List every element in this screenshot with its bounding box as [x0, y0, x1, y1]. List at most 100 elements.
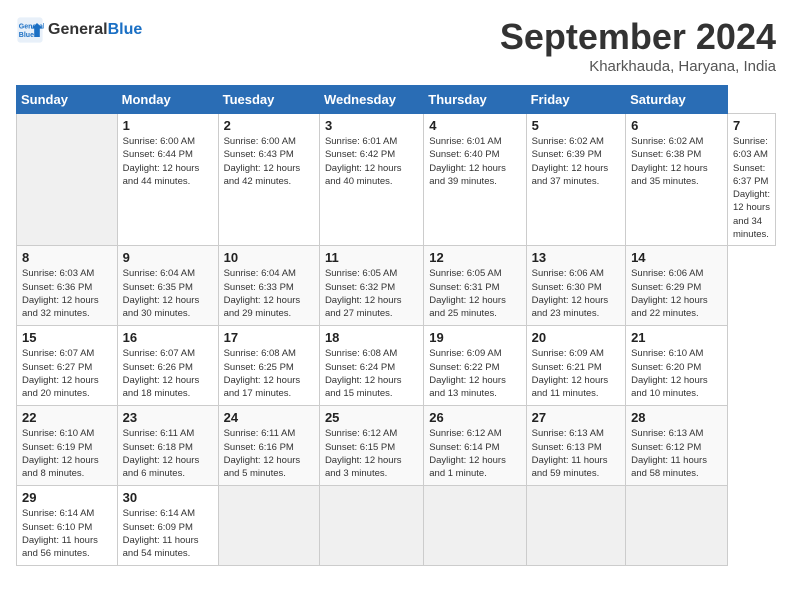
- day-number: 22: [22, 410, 112, 425]
- day-number: 27: [532, 410, 620, 425]
- location: Kharkhauda, Haryana, India: [500, 58, 776, 75]
- month-title: September 2024: [500, 16, 776, 58]
- col-monday: Monday: [117, 86, 218, 114]
- col-friday: Friday: [526, 86, 625, 114]
- day-info: Sunrise: 6:11 AM Sunset: 6:18 PM Dayligh…: [123, 427, 213, 480]
- table-row: 7 Sunrise: 6:03 AM Sunset: 6:37 PM Dayli…: [728, 114, 776, 246]
- day-number: 14: [631, 250, 722, 265]
- day-info: Sunrise: 6:00 AM Sunset: 6:43 PM Dayligh…: [224, 135, 314, 188]
- day-number: 5: [532, 118, 620, 133]
- table-row: 24 Sunrise: 6:11 AM Sunset: 6:16 PM Dayl…: [218, 406, 319, 486]
- day-number: 19: [429, 330, 520, 345]
- table-row: 17 Sunrise: 6:08 AM Sunset: 6:25 PM Dayl…: [218, 326, 319, 406]
- day-number: 17: [224, 330, 314, 345]
- day-number: 18: [325, 330, 418, 345]
- day-number: 20: [532, 330, 620, 345]
- table-row: 22 Sunrise: 6:10 AM Sunset: 6:19 PM Dayl…: [17, 406, 118, 486]
- day-info: Sunrise: 6:08 AM Sunset: 6:25 PM Dayligh…: [224, 347, 314, 400]
- table-row: 21 Sunrise: 6:10 AM Sunset: 6:20 PM Dayl…: [626, 326, 728, 406]
- table-row: [526, 486, 625, 566]
- day-number: 1: [123, 118, 213, 133]
- table-row: 25 Sunrise: 6:12 AM Sunset: 6:15 PM Dayl…: [319, 406, 423, 486]
- title-area: September 2024 Kharkhauda, Haryana, Indi…: [500, 16, 776, 75]
- day-number: 12: [429, 250, 520, 265]
- table-row: 16 Sunrise: 6:07 AM Sunset: 6:26 PM Dayl…: [117, 326, 218, 406]
- day-number: 21: [631, 330, 722, 345]
- logo: General Blue GeneralBlue: [16, 16, 142, 44]
- day-info: Sunrise: 6:11 AM Sunset: 6:16 PM Dayligh…: [224, 427, 314, 480]
- table-row: 15 Sunrise: 6:07 AM Sunset: 6:27 PM Dayl…: [17, 326, 118, 406]
- day-info: Sunrise: 6:04 AM Sunset: 6:35 PM Dayligh…: [123, 267, 213, 320]
- table-row: 8 Sunrise: 6:03 AM Sunset: 6:36 PM Dayli…: [17, 246, 118, 326]
- table-row: 5 Sunrise: 6:02 AM Sunset: 6:39 PM Dayli…: [526, 114, 625, 246]
- table-row: 27 Sunrise: 6:13 AM Sunset: 6:13 PM Dayl…: [526, 406, 625, 486]
- calendar-header-row: Sunday Monday Tuesday Wednesday Thursday…: [17, 86, 776, 114]
- day-info: Sunrise: 6:03 AM Sunset: 6:37 PM Dayligh…: [733, 135, 770, 241]
- day-info: Sunrise: 6:09 AM Sunset: 6:22 PM Dayligh…: [429, 347, 520, 400]
- table-row: 3 Sunrise: 6:01 AM Sunset: 6:42 PM Dayli…: [319, 114, 423, 246]
- table-row: [319, 486, 423, 566]
- page-header: General Blue GeneralBlue September 2024 …: [16, 16, 776, 75]
- day-info: Sunrise: 6:07 AM Sunset: 6:27 PM Dayligh…: [22, 347, 112, 400]
- day-number: 23: [123, 410, 213, 425]
- day-info: Sunrise: 6:01 AM Sunset: 6:40 PM Dayligh…: [429, 135, 520, 188]
- table-row: 26 Sunrise: 6:12 AM Sunset: 6:14 PM Dayl…: [424, 406, 526, 486]
- table-row: 4 Sunrise: 6:01 AM Sunset: 6:40 PM Dayli…: [424, 114, 526, 246]
- table-row: 13 Sunrise: 6:06 AM Sunset: 6:30 PM Dayl…: [526, 246, 625, 326]
- day-info: Sunrise: 6:04 AM Sunset: 6:33 PM Dayligh…: [224, 267, 314, 320]
- day-number: 16: [123, 330, 213, 345]
- logo-icon: General Blue: [16, 16, 44, 44]
- logo-text: GeneralBlue: [48, 21, 142, 39]
- table-row: 2 Sunrise: 6:00 AM Sunset: 6:43 PM Dayli…: [218, 114, 319, 246]
- day-info: Sunrise: 6:08 AM Sunset: 6:24 PM Dayligh…: [325, 347, 418, 400]
- table-row: 6 Sunrise: 6:02 AM Sunset: 6:38 PM Dayli…: [626, 114, 728, 246]
- table-row: [17, 114, 118, 246]
- day-info: Sunrise: 6:13 AM Sunset: 6:13 PM Dayligh…: [532, 427, 620, 480]
- calendar-week-row: 29 Sunrise: 6:14 AM Sunset: 6:10 PM Dayl…: [17, 486, 776, 566]
- day-info: Sunrise: 6:01 AM Sunset: 6:42 PM Dayligh…: [325, 135, 418, 188]
- table-row: 14 Sunrise: 6:06 AM Sunset: 6:29 PM Dayl…: [626, 246, 728, 326]
- col-thursday: Thursday: [424, 86, 526, 114]
- day-number: 29: [22, 490, 112, 505]
- day-number: 11: [325, 250, 418, 265]
- col-tuesday: Tuesday: [218, 86, 319, 114]
- table-row: 1 Sunrise: 6:00 AM Sunset: 6:44 PM Dayli…: [117, 114, 218, 246]
- day-info: Sunrise: 6:06 AM Sunset: 6:29 PM Dayligh…: [631, 267, 722, 320]
- table-row: 29 Sunrise: 6:14 AM Sunset: 6:10 PM Dayl…: [17, 486, 118, 566]
- day-info: Sunrise: 6:10 AM Sunset: 6:19 PM Dayligh…: [22, 427, 112, 480]
- table-row: [218, 486, 319, 566]
- table-row: 18 Sunrise: 6:08 AM Sunset: 6:24 PM Dayl…: [319, 326, 423, 406]
- day-info: Sunrise: 6:12 AM Sunset: 6:14 PM Dayligh…: [429, 427, 520, 480]
- table-row: [626, 486, 728, 566]
- table-row: 12 Sunrise: 6:05 AM Sunset: 6:31 PM Dayl…: [424, 246, 526, 326]
- table-row: 10 Sunrise: 6:04 AM Sunset: 6:33 PM Dayl…: [218, 246, 319, 326]
- day-info: Sunrise: 6:02 AM Sunset: 6:38 PM Dayligh…: [631, 135, 722, 188]
- day-info: Sunrise: 6:14 AM Sunset: 6:10 PM Dayligh…: [22, 507, 112, 560]
- table-row: 23 Sunrise: 6:11 AM Sunset: 6:18 PM Dayl…: [117, 406, 218, 486]
- table-row: 11 Sunrise: 6:05 AM Sunset: 6:32 PM Dayl…: [319, 246, 423, 326]
- day-number: 9: [123, 250, 213, 265]
- day-number: 26: [429, 410, 520, 425]
- day-number: 28: [631, 410, 722, 425]
- svg-text:Blue: Blue: [19, 32, 34, 39]
- day-number: 25: [325, 410, 418, 425]
- day-number: 13: [532, 250, 620, 265]
- day-number: 24: [224, 410, 314, 425]
- day-number: 30: [123, 490, 213, 505]
- day-number: 10: [224, 250, 314, 265]
- calendar-table: Sunday Monday Tuesday Wednesday Thursday…: [16, 85, 776, 566]
- table-row: 9 Sunrise: 6:04 AM Sunset: 6:35 PM Dayli…: [117, 246, 218, 326]
- table-row: 30 Sunrise: 6:14 AM Sunset: 6:09 PM Dayl…: [117, 486, 218, 566]
- col-wednesday: Wednesday: [319, 86, 423, 114]
- calendar-week-row: 15 Sunrise: 6:07 AM Sunset: 6:27 PM Dayl…: [17, 326, 776, 406]
- day-info: Sunrise: 6:10 AM Sunset: 6:20 PM Dayligh…: [631, 347, 722, 400]
- day-number: 7: [733, 118, 770, 133]
- day-info: Sunrise: 6:05 AM Sunset: 6:31 PM Dayligh…: [429, 267, 520, 320]
- calendar-week-row: 8 Sunrise: 6:03 AM Sunset: 6:36 PM Dayli…: [17, 246, 776, 326]
- col-sunday: Sunday: [17, 86, 118, 114]
- day-info: Sunrise: 6:09 AM Sunset: 6:21 PM Dayligh…: [532, 347, 620, 400]
- day-number: 8: [22, 250, 112, 265]
- day-number: 2: [224, 118, 314, 133]
- day-info: Sunrise: 6:03 AM Sunset: 6:36 PM Dayligh…: [22, 267, 112, 320]
- table-row: [424, 486, 526, 566]
